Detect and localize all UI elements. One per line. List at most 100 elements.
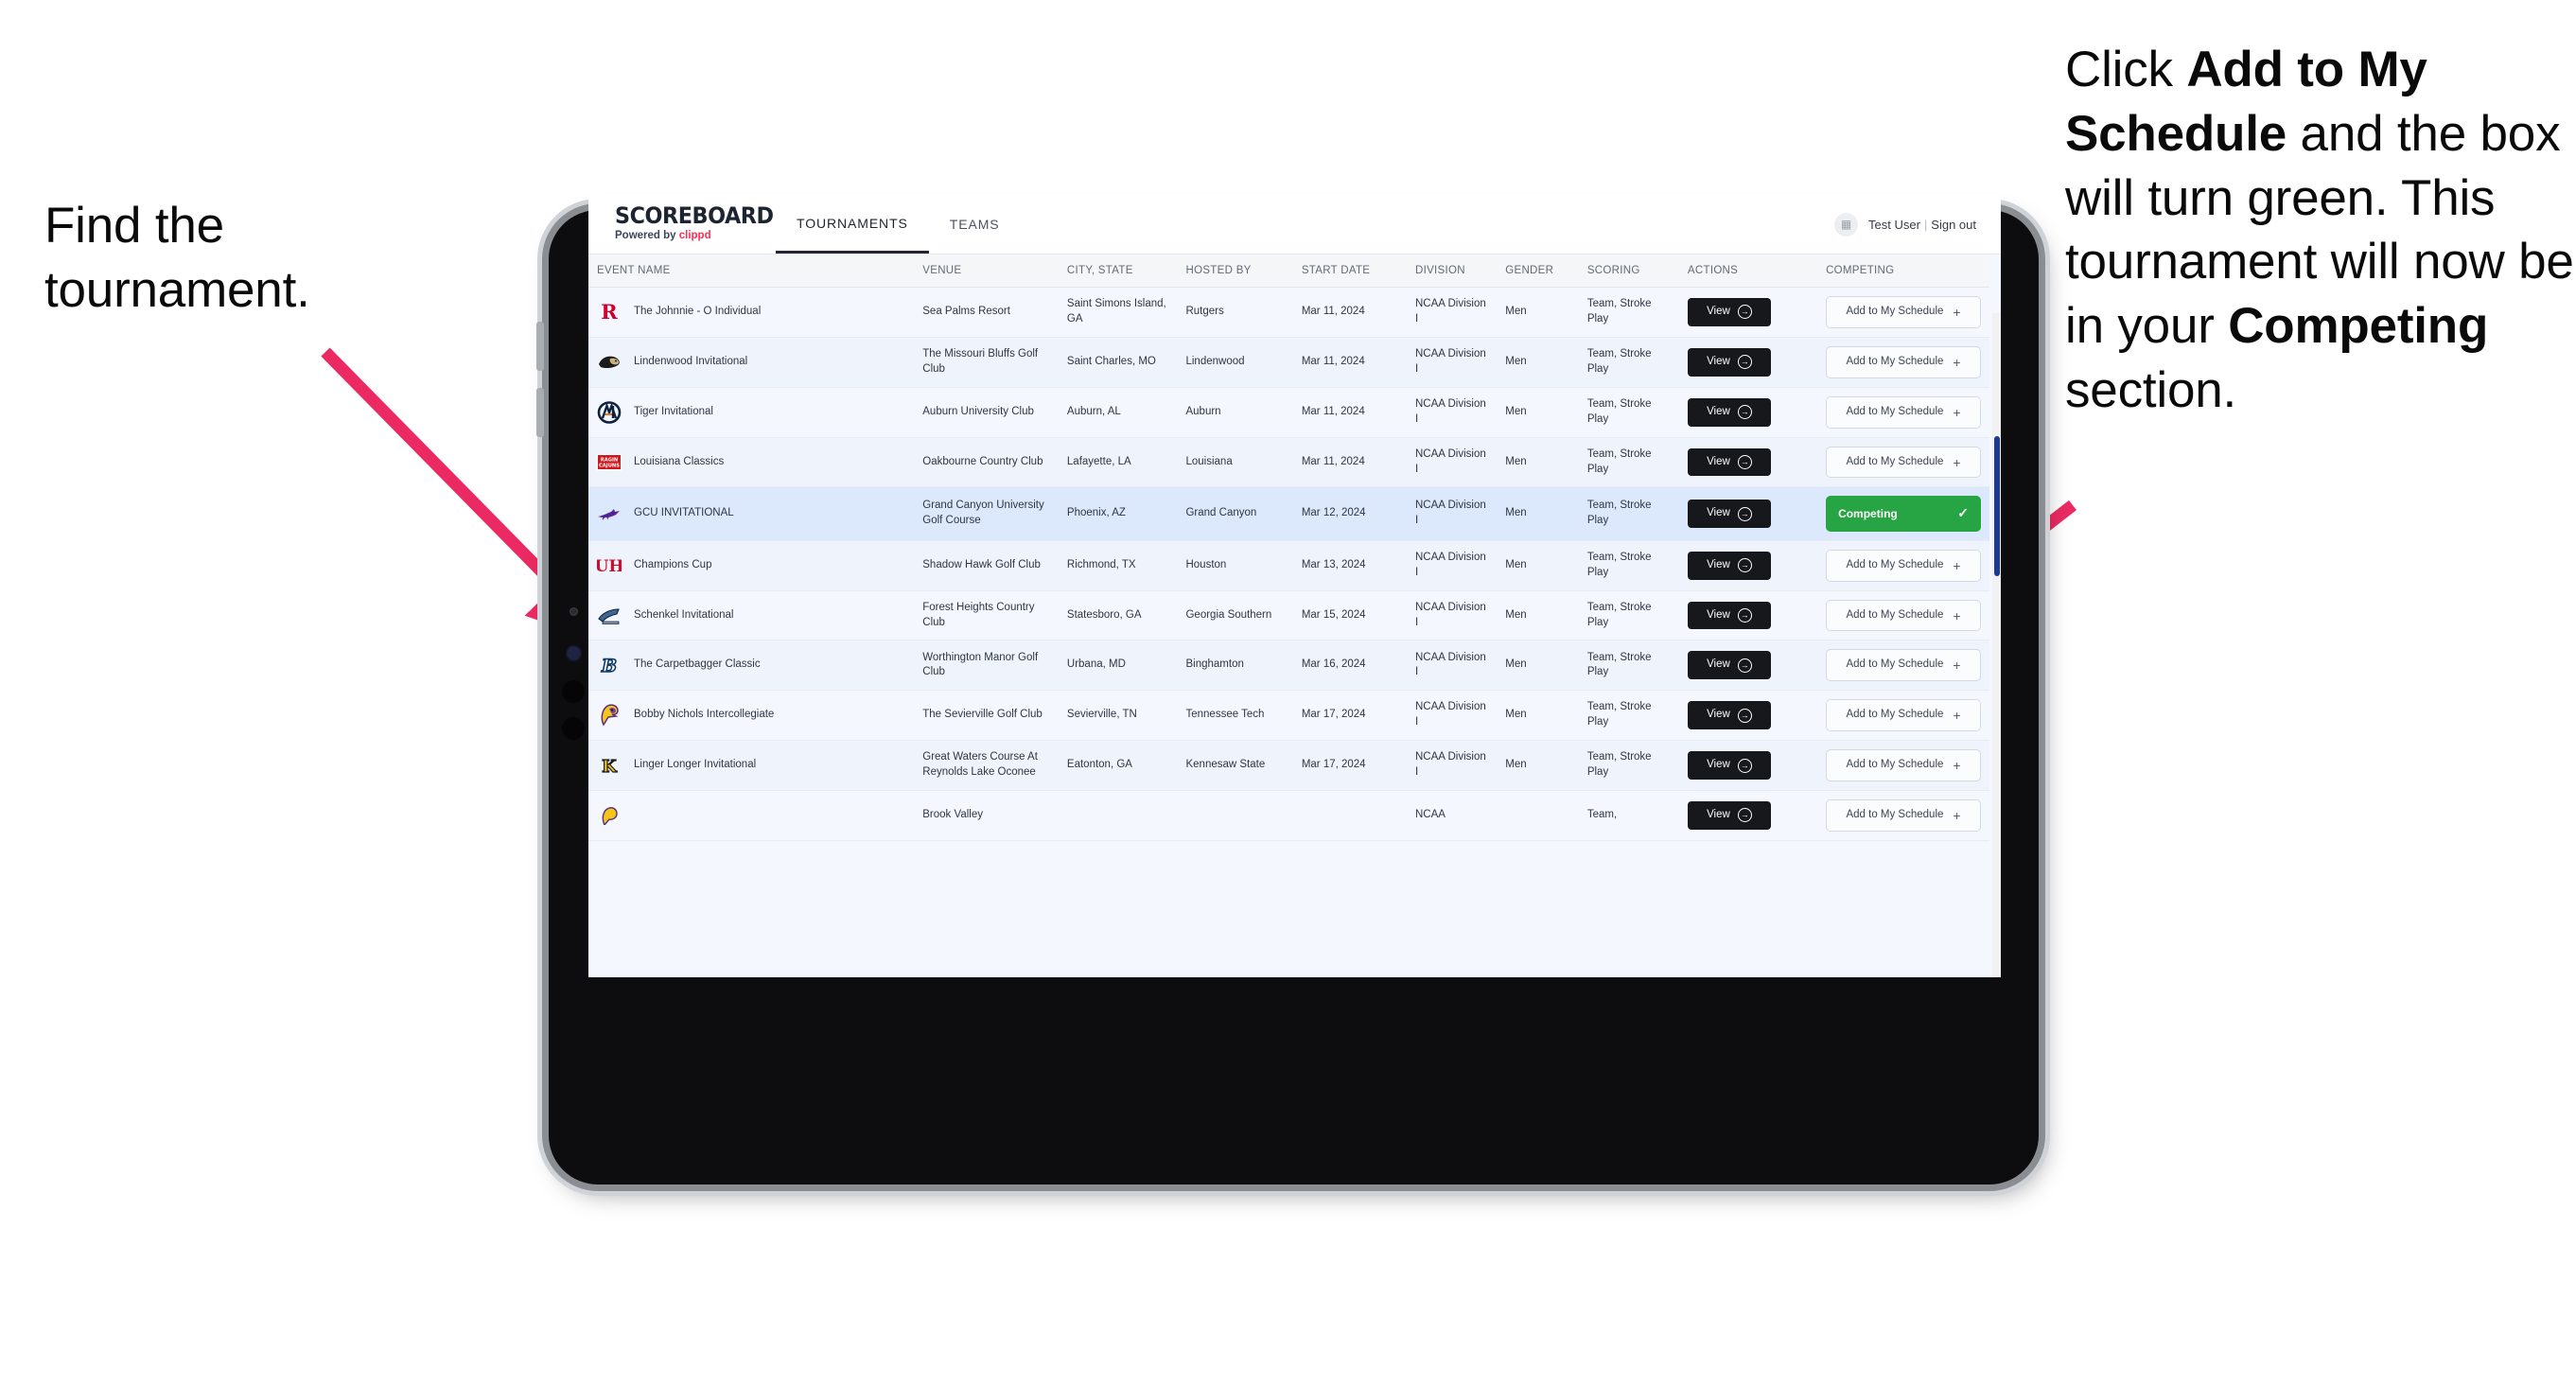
cell-division: NCAA Division I	[1406, 486, 1498, 541]
add-to-my-schedule-label: Add to My Schedule	[1846, 709, 1944, 721]
ecu-logo	[597, 803, 622, 828]
user-separator: |	[1923, 217, 1928, 232]
view-button[interactable]: View →	[1687, 551, 1771, 580]
cell-event-name: Schenkel Invitational	[588, 590, 915, 641]
sign-out-link[interactable]: Sign out	[1931, 218, 1976, 232]
cell-gender: Men	[1497, 740, 1579, 792]
cell-start-date: Mar 13, 2024	[1292, 540, 1407, 591]
speaker-hole-icon	[562, 717, 585, 740]
annotation-find-tournament: Find the tournament.	[44, 194, 442, 323]
binghamton-logo: B	[597, 653, 622, 677]
column-header-start-date[interactable]: START DATE	[1292, 254, 1407, 288]
tab-tournaments[interactable]: TOURNAMENTS	[776, 195, 929, 254]
add-to-my-schedule-button[interactable]: Add to My Schedule +	[1826, 549, 1981, 582]
event-name-label: Champions Cup	[634, 558, 712, 570]
view-button[interactable]: View →	[1687, 500, 1771, 529]
add-to-my-schedule-button[interactable]: Add to My Schedule +	[1826, 296, 1981, 328]
cell-start-date: Mar 12, 2024	[1292, 486, 1407, 541]
view-button[interactable]: View →	[1687, 447, 1771, 477]
add-to-my-schedule-label: Add to My Schedule	[1846, 608, 1944, 621]
cell-venue: The Missouri Bluffs Golf Club	[914, 337, 1059, 388]
add-to-my-schedule-button[interactable]: Add to My Schedule +	[1826, 699, 1981, 732]
cell-division: NCAA Division I	[1406, 337, 1498, 388]
column-header-actions[interactable]: ACTIONS	[1678, 254, 1818, 288]
column-header-scoring[interactable]: SCORING	[1578, 254, 1679, 288]
cell-competing: Add to My Schedule +	[1817, 540, 1989, 591]
view-button[interactable]: View →	[1687, 651, 1771, 680]
table-row[interactable]: B The Carpetbagger Classic Worthington Man…	[588, 640, 1989, 692]
user-avatar-icon[interactable]: ▦	[1834, 212, 1858, 237]
table-row[interactable]: Schenkel Invitational Forest Heights Coun…	[588, 590, 1989, 641]
event-name-label: Tiger Invitational	[634, 405, 713, 417]
cell-city-state: Lafayette, LA	[1058, 437, 1178, 488]
column-header-venue[interactable]: VENUE	[914, 254, 1059, 288]
table-row[interactable]: Bobby Nichols Intercollegiate The Sevierv…	[588, 690, 1989, 742]
column-header-gender[interactable]: GENDER	[1497, 254, 1579, 288]
cell-actions: View →	[1678, 590, 1818, 641]
cell-competing: Add to My Schedule +	[1817, 640, 1989, 692]
tournaments-table-container[interactable]: EVENT NAME VENUE CITY, STATE HOSTED BY S…	[588, 254, 2001, 977]
add-to-my-schedule-button[interactable]: Add to My Schedule +	[1826, 395, 1981, 429]
view-button[interactable]: View →	[1687, 801, 1771, 830]
plus-icon: +	[1953, 758, 1961, 774]
column-header-event-name[interactable]: EVENT NAME	[588, 254, 915, 288]
table-row[interactable]: Lindenwood Invitational The Missouri Bluf…	[588, 337, 1989, 388]
cell-actions: View →	[1678, 640, 1818, 692]
cell-hosted-by: Grand Canyon	[1177, 486, 1293, 541]
cell-actions: View →	[1678, 690, 1818, 742]
cell-division: NCAA Division I	[1406, 640, 1498, 692]
vertical-scrollbar-thumb[interactable]	[1994, 436, 2000, 576]
cell-competing: Add to My Schedule +	[1817, 387, 1989, 438]
table-row[interactable]: GCU INVITATIONAL Grand Canyon University …	[588, 486, 1989, 541]
arrow-right-circle-icon: →	[1737, 708, 1752, 723]
view-button[interactable]: View →	[1687, 751, 1771, 781]
brand-sub-prefix: Powered by	[615, 230, 679, 241]
cell-gender: Men	[1497, 540, 1579, 591]
table-row[interactable]: Brook Valley NCAA Team, View → Add to My Sche…	[588, 790, 1989, 841]
view-button[interactable]: View →	[1687, 347, 1771, 377]
louisiana-logo: RAGIN CAJUNS	[597, 450, 622, 475]
table-row[interactable]: RAGIN CAJUNS Louisiana Classics Oakbourne C…	[588, 437, 1989, 488]
table-row[interactable]: K Linger Longer Invitational Great Waters …	[588, 740, 1989, 792]
cell-venue: The Sevierville Golf Club	[914, 690, 1059, 742]
add-to-my-schedule-button[interactable]: Add to My Schedule +	[1826, 345, 1981, 378]
cell-actions: View →	[1678, 437, 1818, 488]
cell-actions: View →	[1678, 287, 1818, 338]
add-to-my-schedule-button[interactable]: Add to My Schedule +	[1826, 649, 1981, 682]
add-to-my-schedule-button[interactable]: Add to My Schedule +	[1826, 749, 1981, 782]
column-header-competing[interactable]: COMPETING	[1817, 254, 1989, 288]
table-row[interactable]: Tiger Invitational Auburn University Club…	[588, 387, 1989, 438]
cell-scoring: Team, Stroke Play	[1578, 640, 1679, 692]
arrow-right-circle-icon: →	[1737, 758, 1752, 773]
add-to-my-schedule-button[interactable]: Add to My Schedule +	[1826, 446, 1981, 479]
competing-button[interactable]: Competing ✓	[1826, 496, 1981, 532]
brand-title: SCOREBOARD	[615, 202, 774, 229]
column-header-city-state[interactable]: CITY, STATE	[1058, 254, 1178, 288]
table-row[interactable]: UH Champions Cup Shadow Hawk Golf Club Rich…	[588, 540, 1989, 591]
cell-city-state: Statesboro, GA	[1058, 590, 1178, 641]
column-header-division[interactable]: DIVISION	[1406, 254, 1498, 288]
view-button[interactable]: View →	[1687, 397, 1771, 427]
volume-down-button[interactable]	[536, 388, 544, 437]
table-row[interactable]: R The Johnnie - O Individual Sea Palms Res…	[588, 287, 1989, 338]
cell-gender: Men	[1497, 640, 1579, 692]
cell-start-date: Mar 11, 2024	[1292, 437, 1407, 488]
cell-scoring: Team, Stroke Play	[1578, 740, 1679, 792]
view-button[interactable]: View →	[1687, 701, 1771, 730]
column-header-hosted-by[interactable]: HOSTED BY	[1177, 254, 1293, 288]
cell-start-date: Mar 17, 2024	[1292, 740, 1407, 792]
view-button[interactable]: View →	[1687, 298, 1771, 326]
add-to-my-schedule-button[interactable]: Add to My Schedule +	[1826, 799, 1981, 832]
view-button[interactable]: View →	[1687, 601, 1771, 630]
vertical-scrollbar-track[interactable]	[1992, 313, 2001, 977]
cell-gender: Men	[1497, 337, 1579, 388]
cell-actions: View →	[1678, 337, 1818, 388]
svg-text:RAGIN: RAGIN	[601, 457, 619, 463]
lindenwood-logo	[597, 350, 622, 375]
svg-text:UH: UH	[597, 557, 622, 576]
cell-city-state: Saint Simons Island, GA	[1058, 287, 1178, 338]
volume-up-button[interactable]	[536, 322, 544, 371]
add-to-my-schedule-button[interactable]: Add to My Schedule +	[1826, 599, 1981, 632]
tab-teams[interactable]: TEAMS	[929, 195, 1021, 254]
arrow-right-circle-icon: →	[1737, 558, 1752, 573]
